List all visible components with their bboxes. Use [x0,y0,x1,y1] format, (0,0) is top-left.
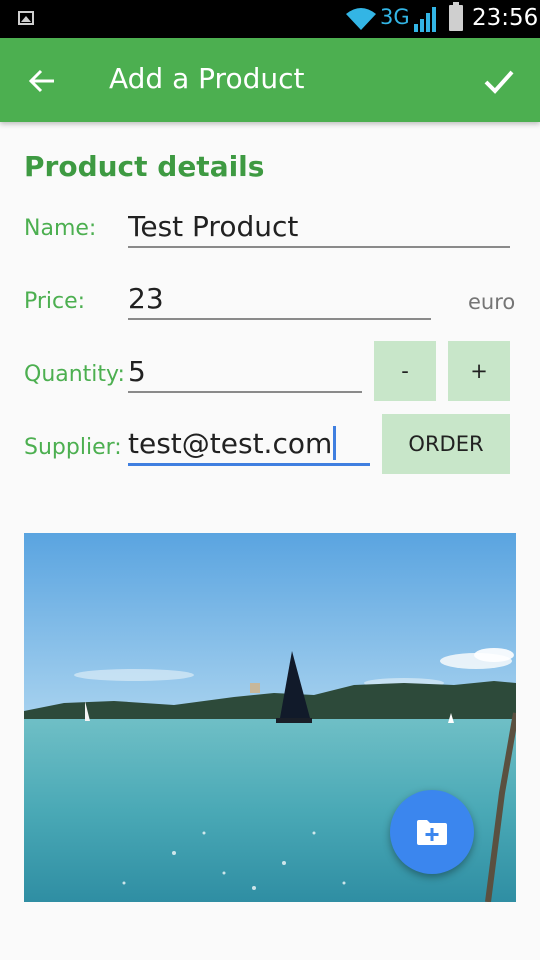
page-title: Add a Product [109,62,305,95]
order-button[interactable]: ORDER [382,414,510,474]
signal-icon [414,7,436,32]
price-label: Price: [24,289,86,314]
supplier-value: test@test.com [128,427,333,460]
back-button[interactable] [18,58,64,104]
quantity-field[interactable]: 5 [128,353,362,393]
decrease-quantity-button[interactable]: - [374,341,436,401]
network-type-label: 3G [380,5,410,29]
price-field[interactable]: 23 [128,280,431,320]
image-notification-icon [18,11,34,25]
name-label: Name: [24,216,97,241]
supplier-label: Supplier: [24,435,122,460]
increase-quantity-button[interactable]: + [448,341,510,401]
check-icon [484,70,514,94]
text-cursor [333,426,337,460]
section-title: Product details [24,150,265,183]
supplier-field[interactable]: test@test.com [128,425,370,466]
wifi-icon [346,8,376,30]
save-button[interactable] [476,58,522,104]
add-photo-fab[interactable] [390,790,474,874]
battery-icon [449,2,463,31]
status-clock: 23:56 [472,5,539,31]
status-bar: 3G 23:56 [0,0,540,38]
app-bar: Add a Product [0,38,540,122]
name-field[interactable]: Test Product [128,208,510,248]
add-folder-icon [417,820,447,845]
quantity-label: Quantity: [24,362,125,387]
price-unit: euro [468,290,516,314]
arrow-back-icon [28,69,54,93]
